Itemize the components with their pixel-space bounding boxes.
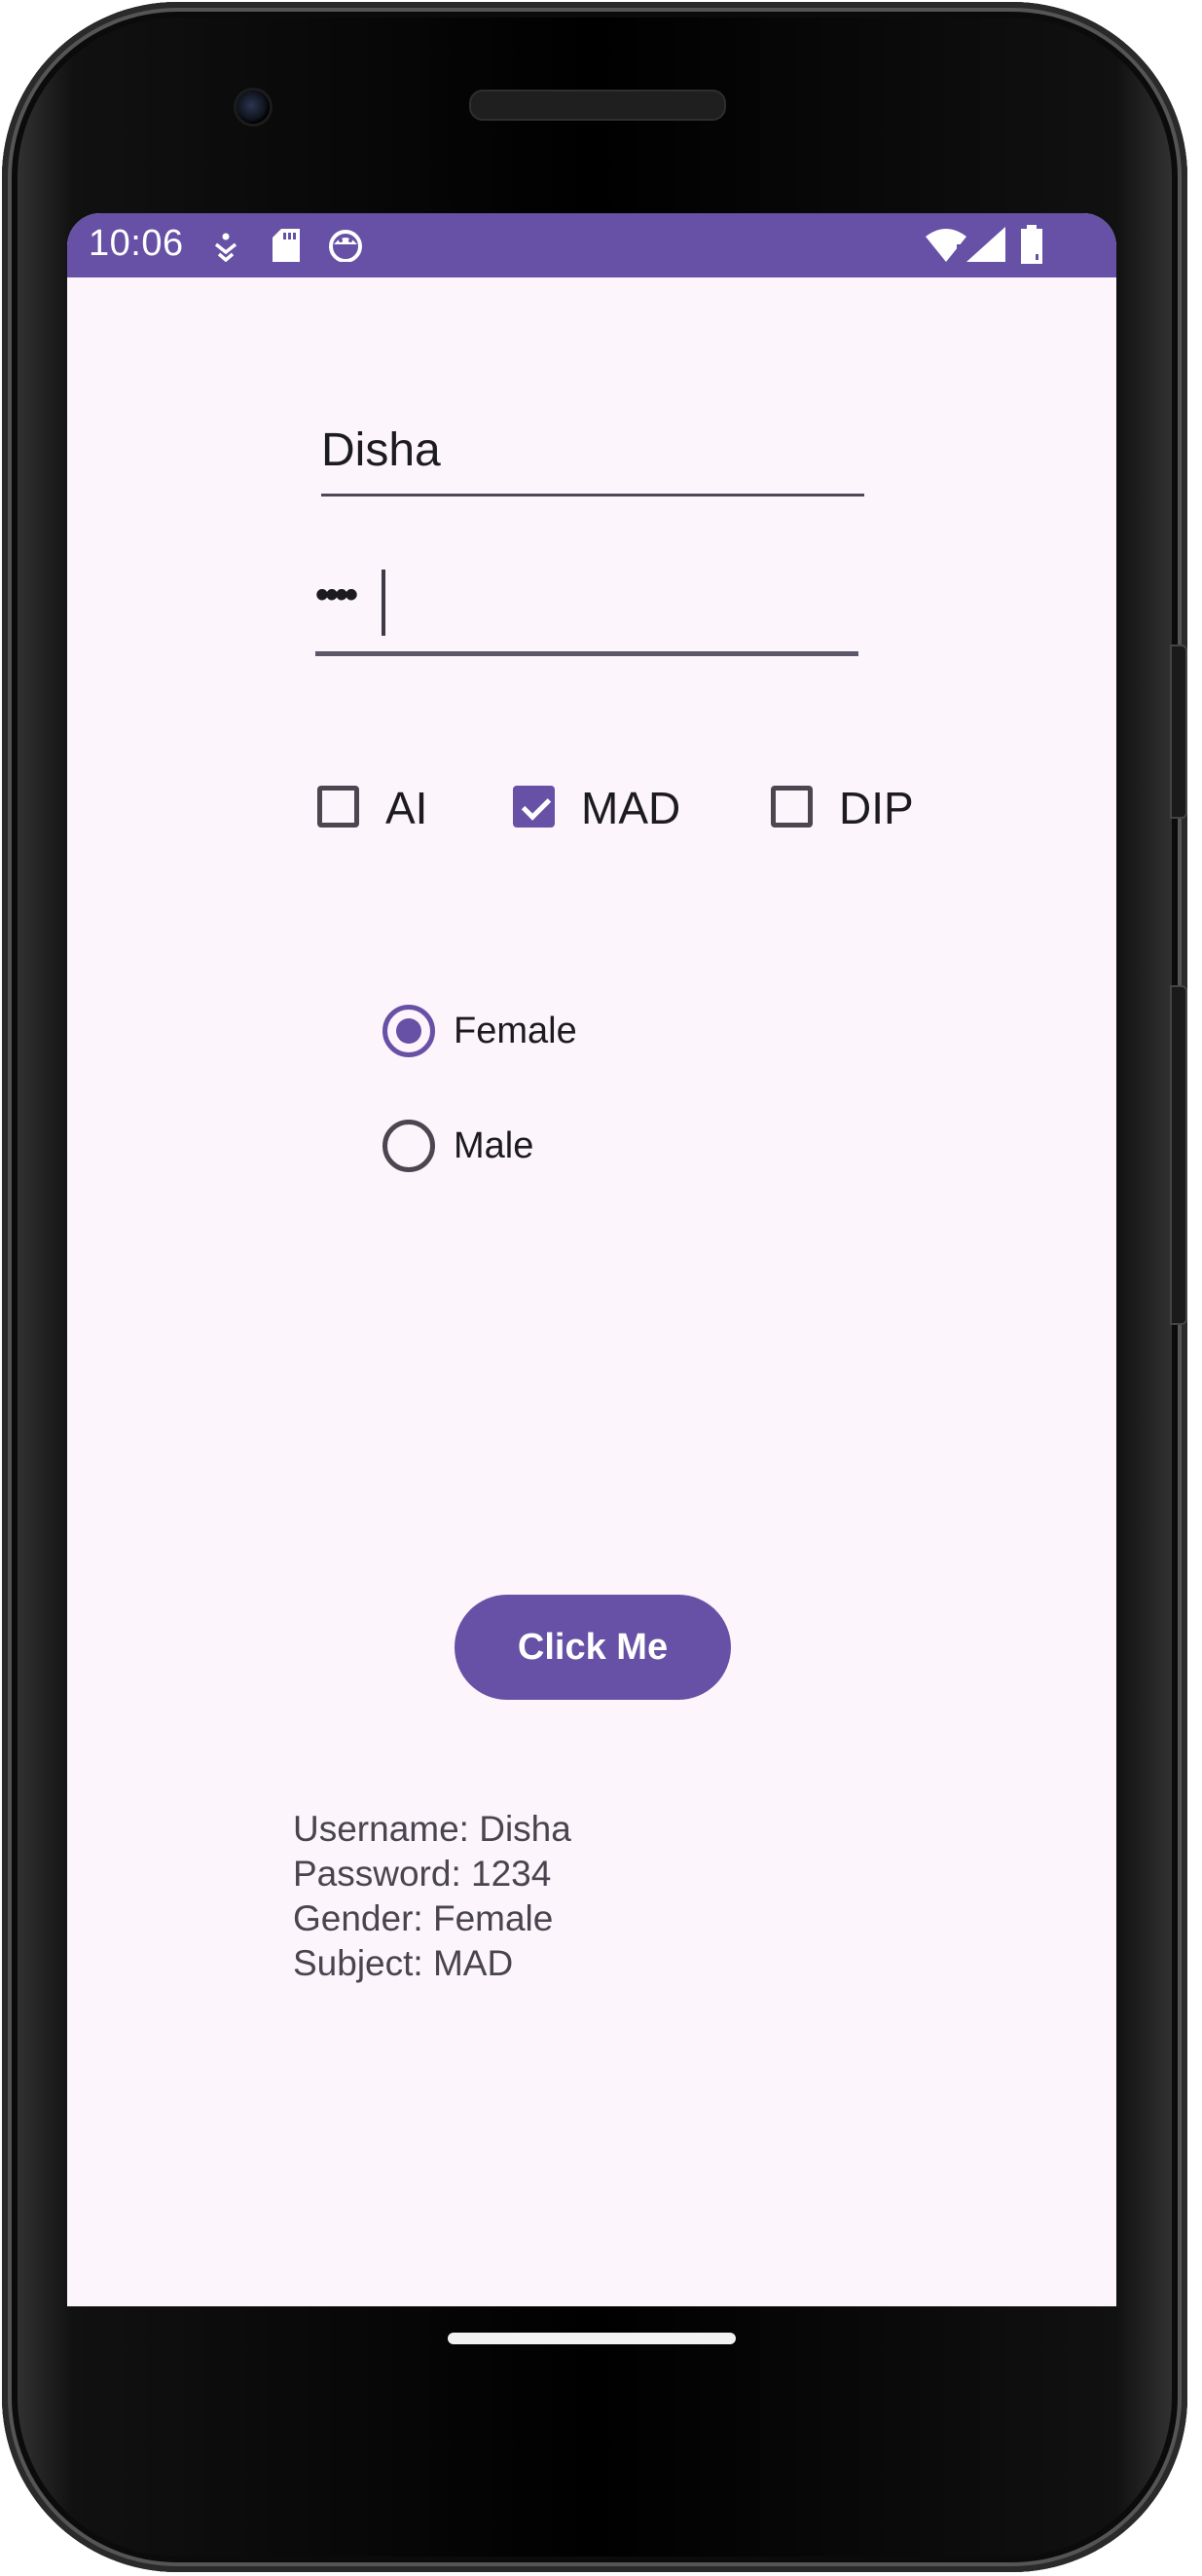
front-camera bbox=[234, 88, 273, 127]
android-icon bbox=[329, 230, 362, 262]
checkbox-mad[interactable] bbox=[513, 786, 555, 828]
radio-male-label[interactable]: Male bbox=[454, 1125, 533, 1167]
output-password: Password: 1234 bbox=[293, 1854, 552, 1894]
result-output: Username: Disha Password: 1234 Gender: F… bbox=[293, 1807, 571, 1986]
battery-icon bbox=[1021, 225, 1042, 264]
checkbox-ai-label[interactable]: AI bbox=[385, 782, 427, 834]
home-indicator[interactable] bbox=[448, 2333, 736, 2344]
username-value: Disha bbox=[321, 424, 441, 476]
status-bar: 10:06 bbox=[67, 213, 1116, 277]
checkbox-dip[interactable] bbox=[771, 786, 813, 828]
output-gender: Gender: Female bbox=[293, 1898, 554, 1938]
power-button[interactable] bbox=[1170, 985, 1187, 1325]
checkbox-dip-label[interactable]: DIP bbox=[839, 782, 914, 834]
radio-female[interactable] bbox=[382, 1005, 435, 1057]
password-value: •••• bbox=[315, 573, 358, 616]
cell-signal-icon bbox=[966, 227, 1005, 262]
status-time: 10:06 bbox=[89, 223, 184, 264]
output-username: Username: Disha bbox=[293, 1809, 571, 1849]
accessibility-icon bbox=[214, 233, 237, 262]
radio-female-label[interactable]: Female bbox=[454, 1011, 577, 1052]
app-screen: 10:06 Disha •••• AI MAD DIP Female Male … bbox=[67, 213, 1116, 2306]
text-cursor bbox=[382, 570, 385, 636]
checkbox-ai[interactable] bbox=[317, 786, 359, 828]
sd-card-icon bbox=[273, 229, 300, 262]
username-field[interactable]: Disha bbox=[321, 416, 864, 497]
password-field[interactable]: •••• bbox=[315, 570, 858, 656]
volume-button[interactable] bbox=[1170, 644, 1187, 819]
output-subject: Subject: MAD bbox=[293, 1943, 514, 1983]
wifi-icon bbox=[926, 229, 966, 262]
click-me-button[interactable]: Click Me bbox=[455, 1595, 731, 1700]
earpiece-speaker bbox=[469, 90, 726, 121]
radio-male[interactable] bbox=[382, 1120, 435, 1172]
checkbox-mad-label[interactable]: MAD bbox=[581, 782, 680, 834]
